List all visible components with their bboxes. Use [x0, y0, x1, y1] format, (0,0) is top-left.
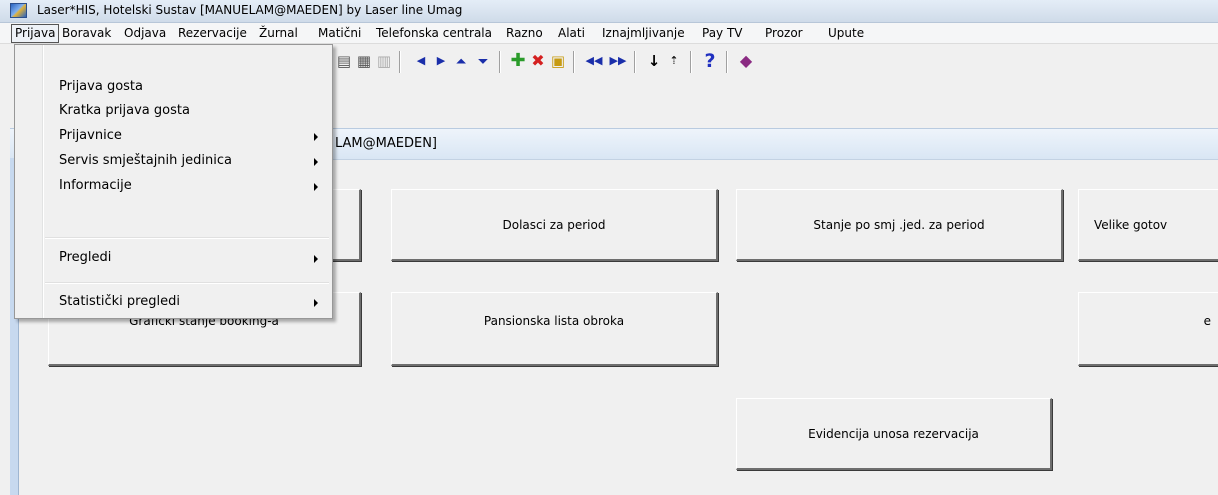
- menu-odjava[interactable]: Odjava: [124, 25, 166, 41]
- menu-prijava[interactable]: Prijava: [11, 24, 60, 43]
- toolbar-separator: [726, 51, 728, 73]
- menu-prozor[interactable]: Prozor: [765, 25, 803, 41]
- add-record-icon[interactable]: ✚: [509, 52, 527, 70]
- disabled-record-icon[interactable]: ▥: [375, 52, 393, 70]
- menu-rezervacije[interactable]: Rezervacije: [178, 25, 247, 41]
- menu-item-pregledi[interactable]: Pregledi: [15, 250, 332, 272]
- e-button[interactable]: e: [1078, 292, 1218, 366]
- menu-bar: Prijava Boravak Odjava Rezervacije Žurna…: [0, 23, 1218, 44]
- evidencija-unosa-rezervacija-button[interactable]: Evidencija unosa rezervacija: [736, 398, 1052, 470]
- menu-upute[interactable]: Upute: [828, 25, 864, 41]
- page-forward-icon[interactable]: ▶▶: [609, 52, 627, 70]
- stanje-po-smj-jed-label: Stanje po smj .jed. za period: [813, 217, 985, 232]
- menu-item-servis-smjestajnih-jedinica[interactable]: Servis smještajnih jedinica: [15, 153, 332, 175]
- copy-record-icon[interactable]: ▦: [355, 52, 373, 70]
- delete-record-icon[interactable]: ✖: [529, 52, 547, 70]
- help-icon[interactable]: ?: [701, 52, 719, 71]
- submenu-arrow-icon: [314, 158, 318, 166]
- mdi-window-title: LAM@MAEDEN]: [335, 136, 437, 151]
- prijava-dropdown-menu: Prijava gosta Kratka prijava gosta Prija…: [14, 44, 333, 319]
- pansionska-lista-obroka-label: Pansionska lista obroka: [483, 313, 625, 328]
- laser-his-app-icon[interactable]: [10, 3, 27, 18]
- evidencija-unosa-rezervacija-label: Evidencija unosa rezervacija: [808, 426, 979, 441]
- toolbar-separator: [399, 51, 401, 73]
- pansionska-lista-obroka-button[interactable]: Pansionska lista obroka: [391, 292, 718, 366]
- first-record-icon[interactable]: ⏶: [452, 52, 470, 70]
- submenu-arrow-icon: [314, 299, 318, 307]
- menu-razno[interactable]: Razno: [506, 25, 543, 41]
- lock-record-icon[interactable]: ▣: [549, 52, 567, 70]
- last-record-icon[interactable]: ⏷: [474, 52, 492, 70]
- sort-down-icon[interactable]: ↓: [645, 52, 663, 70]
- sort-up-icon[interactable]: ⇡: [665, 52, 683, 70]
- book-icon[interactable]: ◆: [737, 52, 755, 70]
- toolbar-separator: [634, 51, 636, 73]
- menu-item-label: Informacije: [59, 178, 132, 193]
- menu-item-statisticki-pregledi[interactable]: Statistički pregledi: [15, 294, 332, 316]
- menu-zurnal[interactable]: Žurnal: [259, 25, 298, 41]
- find-record-icon[interactable]: ▤: [335, 52, 353, 70]
- e-button-label: e: [1203, 313, 1211, 328]
- menu-item-label: Prijava gosta: [59, 79, 143, 94]
- stanje-po-smj-jed-button[interactable]: Stanje po smj .jed. za period: [736, 189, 1063, 261]
- submenu-arrow-icon: [314, 255, 318, 263]
- submenu-arrow-icon: [314, 133, 318, 141]
- toolbar-separator: [573, 51, 575, 73]
- menu-separator: [45, 282, 329, 284]
- menu-maticni[interactable]: Matični: [318, 25, 361, 41]
- menu-telefonska-centrala[interactable]: Telefonska centrala: [376, 25, 492, 41]
- menu-item-label: Prijavnice: [59, 128, 122, 143]
- next-record-icon[interactable]: ▶: [432, 52, 450, 70]
- title-bar: Laser*HIS, Hotelski Sustav [MANUELAM@MAE…: [0, 0, 1218, 23]
- velike-gotovine-button[interactable]: Velike gotov: [1078, 189, 1218, 261]
- menu-item-label: Kratka prijava gosta: [59, 103, 190, 118]
- menu-item-kratka-prijava-gosta[interactable]: Kratka prijava gosta: [15, 103, 332, 125]
- menu-item-label: Servis smještajnih jedinica: [59, 153, 232, 168]
- toolbar-separator: [499, 51, 501, 73]
- page-back-icon[interactable]: ◀◀: [585, 52, 603, 70]
- window-title: Laser*HIS, Hotelski Sustav [MANUELAM@MAE…: [37, 3, 463, 17]
- dolasci-za-period-button[interactable]: Dolasci za period: [391, 189, 718, 261]
- menu-item-label: Statistički pregledi: [59, 294, 180, 309]
- menu-item-label: Pregledi: [59, 250, 112, 265]
- submenu-arrow-icon: [314, 183, 318, 191]
- menu-boravak[interactable]: Boravak: [62, 25, 111, 41]
- menu-item-informacije[interactable]: Informacije: [15, 178, 332, 200]
- dolasci-za-period-label: Dolasci za period: [502, 217, 606, 232]
- menu-pay-tv[interactable]: Pay TV: [702, 25, 743, 41]
- previous-record-icon[interactable]: ◀: [412, 52, 430, 70]
- toolbar-separator: [690, 51, 692, 73]
- menu-alati[interactable]: Alati: [558, 25, 585, 41]
- menu-iznajmljivanje[interactable]: Iznajmljivanje: [602, 25, 685, 41]
- menu-item-prijava-gosta[interactable]: Prijava gosta: [15, 79, 332, 101]
- menu-separator: [45, 237, 329, 239]
- velike-gotovine-label: Velike gotov: [1094, 217, 1168, 232]
- menu-item-prijavnice[interactable]: Prijavnice: [15, 128, 332, 150]
